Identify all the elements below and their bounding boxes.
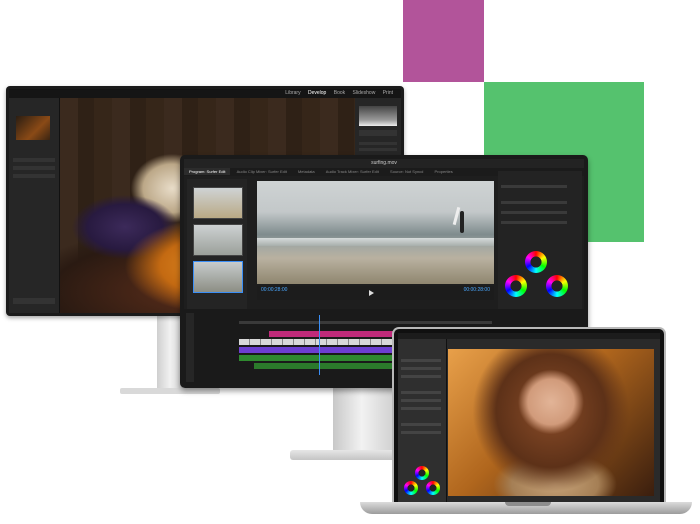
clip-thumbnail[interactable] [193,224,243,256]
lumetri-color-panel [498,171,582,311]
timecode-duration: 00:00:28:00 [463,287,490,293]
import-button[interactable] [13,298,55,304]
tab-source[interactable]: Source: Not Syncd [385,168,428,175]
color-wheel-icon[interactable] [415,466,429,480]
window-title: surfing.mov [371,160,397,166]
module-slideshow[interactable]: Slideshow [353,90,376,96]
panel-row[interactable] [501,221,567,224]
color-wheel-icon[interactable] [525,251,547,273]
histogram [359,106,397,126]
wave [257,237,494,246]
laptop [392,327,666,507]
module-develop[interactable]: Develop [308,90,326,96]
program-monitor [257,181,494,284]
panel-row[interactable] [13,174,55,178]
panel-row[interactable] [13,158,55,162]
color-wheel-icon[interactable] [505,275,527,297]
tab-audio-track-mixer[interactable]: Audio Track Mixer: Surfer Edit [321,168,384,175]
panel-row[interactable] [401,367,441,370]
panel-row[interactable] [13,166,55,170]
laptop-notch [505,502,551,506]
play-icon[interactable] [369,290,374,296]
module-library[interactable]: Library [285,90,300,96]
panel-row[interactable] [501,185,567,188]
panel-row[interactable] [359,148,397,151]
surfer [460,211,464,233]
color-wheel-icon[interactable] [426,481,440,495]
tab-audio-clip-mixer[interactable]: Audio Clip Mixer: Surfer Edit [232,168,292,175]
magenta-decor-block [403,0,484,82]
laptop-screen [398,333,660,504]
adjustments-panel [398,339,447,504]
transport-controls: 00:00:28:00 00:00:28:00 [257,286,494,300]
module-print[interactable]: Print [383,90,393,96]
front-monitor-stand [333,386,397,450]
module-bar: Library Develop Book Slideshow Print [9,89,401,98]
color-grading-wheels [404,466,440,496]
panel-row[interactable] [401,391,441,394]
panel-row[interactable] [359,142,397,145]
panel-row[interactable] [401,431,441,434]
tab-metadata[interactable]: Metadata [293,168,320,175]
module-book[interactable]: Book [334,90,345,96]
video-clip[interactable] [269,331,404,337]
panel-row[interactable] [501,201,567,204]
color-wheel-icon[interactable] [546,275,568,297]
timecode-current: 00:00:28:00 [261,287,288,293]
color-wheel-icon[interactable] [404,481,418,495]
portrait-photo [448,349,654,496]
tab-program[interactable]: Program: Surfer Edit [184,168,231,175]
navigator-thumbnail[interactable] [16,116,50,140]
panel-row[interactable] [401,407,441,410]
clip-thumbnail[interactable] [193,187,243,219]
tool-strip[interactable] [359,130,397,136]
module-menu: Library Develop Book Slideshow Print [279,90,393,96]
panel-row[interactable] [401,423,441,426]
panel-row[interactable] [401,375,441,378]
playhead[interactable] [319,315,320,375]
navigator-panel [9,98,60,313]
tools-bar[interactable] [186,313,194,382]
panel-row[interactable] [501,211,567,214]
project-bin [187,179,247,309]
tab-properties[interactable]: Properties [430,168,458,175]
panel-row[interactable] [401,399,441,402]
clip-thumbnail-selected[interactable] [193,261,243,293]
panel-row[interactable] [401,359,441,362]
back-monitor-base [120,388,220,394]
time-ruler[interactable] [239,321,492,324]
